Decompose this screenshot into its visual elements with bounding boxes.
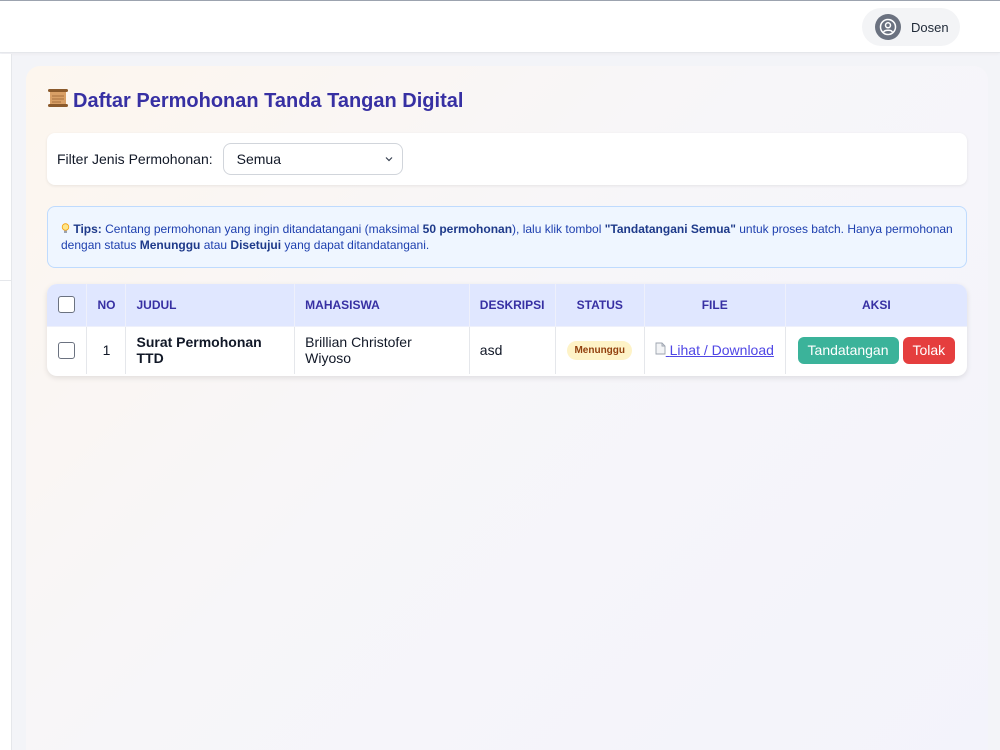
top-navbar: Dosen: [0, 0, 1000, 53]
tips-bold: 50 permohonan: [422, 222, 513, 236]
tips-box: Tips: Centang permohonan yang ingin dita…: [47, 206, 967, 268]
row-judul: Surat Permohonan TTD: [125, 325, 296, 374]
select-all-checkbox[interactable]: [58, 296, 76, 314]
header-judul: JUDUL: [125, 284, 296, 326]
filter-card: Filter Jenis Permohonan: Semua: [47, 133, 967, 185]
header-deskripsi: DESKRIPSI: [469, 284, 556, 326]
tips-text: Centang permohonan yang ingin ditandatan…: [101, 222, 423, 236]
row-mahasiswa: Brillian Christofer Wiyoso: [294, 325, 470, 374]
header-aksi: AKSI: [862, 297, 891, 312]
user-name: Dosen: [911, 19, 949, 35]
status-badge: Menunggu: [567, 341, 633, 361]
row-no: 1: [86, 325, 127, 374]
user-circle-icon: [875, 14, 901, 40]
chevron-down-icon: [384, 151, 394, 167]
file-download-link[interactable]: Lihat / Download: [655, 342, 774, 358]
row-file-cell: Lihat / Download: [644, 325, 786, 374]
filter-label: Filter Jenis Permohonan:: [57, 151, 213, 167]
page-title: Daftar Permohonan Tanda Tangan Digital: [47, 88, 463, 114]
requests-table: NO JUDUL MAHASISWA DESKRIPSI STATUS FILE…: [47, 284, 967, 374]
header-no: NO: [86, 284, 127, 326]
tips-bold: Disetujui: [230, 238, 282, 252]
filter-select[interactable]: Semua: [222, 143, 403, 175]
header-mahasiswa: MAHASISWA: [294, 284, 470, 326]
filter-selected-value: Semua: [236, 151, 281, 167]
main-panel: Daftar Permohonan Tanda Tangan Digital F…: [26, 66, 988, 750]
sidebar-divider: [0, 280, 12, 281]
header-status: STATUS: [555, 284, 645, 326]
row-select-cell: [47, 325, 88, 374]
row-status-cell: Menunggu: [555, 325, 645, 374]
sidebar: [0, 54, 12, 750]
reject-button[interactable]: Tolak: [902, 336, 956, 364]
header-file: FILE: [644, 284, 786, 326]
file-link-label: Lihat / Download: [669, 342, 774, 359]
tips-text: yang dapat ditandatangani.: [281, 238, 430, 252]
tips-text: ), lalu klik tombol: [512, 222, 605, 236]
row-deskripsi: asd: [469, 325, 556, 374]
page-title-text: Daftar Permohonan Tanda Tangan Digital: [73, 89, 464, 112]
tips-text: atau: [200, 238, 231, 252]
tips-bold: "Tandatangani Semua": [604, 222, 736, 236]
requests-table-card: NO JUDUL MAHASISWA DESKRIPSI STATUS FILE…: [47, 284, 967, 376]
document-icon: [655, 342, 670, 358]
row-actions-cell: Tandatangan Tolak: [785, 325, 967, 374]
table-row: 1 Surat Permohonan TTD Brillian Christof…: [47, 325, 967, 374]
tips-bold: Menunggu: [139, 238, 201, 252]
table-header-row: NO JUDUL MAHASISWA DESKRIPSI STATUS FILE…: [47, 284, 967, 326]
select-all-header: [47, 284, 88, 326]
tips-label: Tips:: [73, 222, 102, 236]
user-menu-button[interactable]: Dosen: [862, 8, 960, 46]
row-checkbox[interactable]: [58, 342, 76, 360]
sign-button[interactable]: Tandatangan: [797, 336, 899, 364]
lightbulb-icon: [61, 222, 73, 236]
scroll-icon: [47, 88, 69, 114]
